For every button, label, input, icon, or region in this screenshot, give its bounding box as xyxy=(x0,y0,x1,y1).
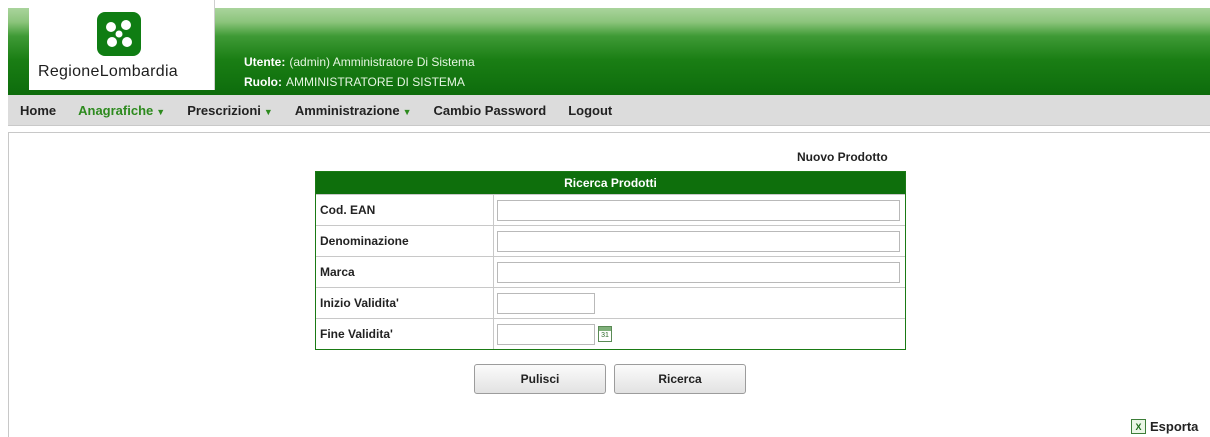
nav-home[interactable]: Home xyxy=(20,103,56,118)
form-row-fine-validita: Fine Validita' 31 xyxy=(316,318,905,349)
form-row-marca: Marca xyxy=(316,256,905,287)
nav-cambio-password[interactable]: Cambio Password xyxy=(433,103,546,118)
inizio-validita-input[interactable] xyxy=(497,292,595,314)
form-row-inizio-validita: Inizio Validita' xyxy=(316,287,905,318)
export-link[interactable]: X Esporta xyxy=(1131,419,1198,434)
user-line: Utente: (admin) Amministratore Di Sistema xyxy=(244,52,475,72)
role-value: AMMINISTRATORE DI SISTEMA xyxy=(286,75,465,89)
nav-anagrafiche-label: Anagrafiche xyxy=(78,102,154,118)
nav-prescrizioni[interactable]: Prescrizioni ▼ xyxy=(187,103,273,118)
nav-anagrafiche[interactable]: Anagrafiche ▼ xyxy=(78,103,165,118)
chevron-down-icon: ▼ xyxy=(156,106,166,117)
marca-input[interactable] xyxy=(497,261,900,283)
search-form: Ricerca Prodotti Cod. EAN Denominazione … xyxy=(315,171,906,350)
fine-validita-input[interactable] xyxy=(497,323,595,345)
denominazione-input[interactable] xyxy=(497,230,900,252)
calendar-icon[interactable]: 31 xyxy=(598,326,612,342)
form-row-denominazione: Denominazione xyxy=(316,225,905,256)
user-label: Utente: xyxy=(244,55,286,69)
marca-label: Marca xyxy=(316,257,494,287)
rosa-camuna-logo-icon xyxy=(97,12,141,56)
brand-logo-text: RegioneLombardia xyxy=(38,63,179,80)
chevron-down-icon: ▼ xyxy=(263,106,273,117)
chevron-down-icon: ▼ xyxy=(402,106,412,117)
nav-amministrazione-label: Amministrazione xyxy=(294,102,400,118)
fine-validita-label: Fine Validita' xyxy=(316,319,494,349)
user-info: Utente: (admin) Amministratore Di Sistema… xyxy=(244,52,475,92)
export-label: Esporta xyxy=(1150,419,1199,434)
calendar-day-text: 31 xyxy=(601,332,609,339)
role-label: Ruolo: xyxy=(244,75,282,89)
ean-label: Cod. EAN xyxy=(316,195,494,225)
search-form-title: Ricerca Prodotti xyxy=(316,172,905,194)
role-line: Ruolo: AMMINISTRATORE DI SISTEMA xyxy=(244,72,475,92)
new-product-link[interactable]: Nuovo Prodotto xyxy=(797,150,888,164)
denominazione-label: Denominazione xyxy=(316,226,494,256)
excel-icon: X xyxy=(1131,419,1146,434)
ean-input[interactable] xyxy=(497,199,900,221)
nav-prescrizioni-label: Prescrizioni xyxy=(187,102,261,118)
header-banner: RegioneLombardia Utente: (admin) Amminist… xyxy=(8,0,1210,95)
nav-amministrazione[interactable]: Amministrazione ▼ xyxy=(295,103,412,118)
main-nav: Home Anagrafiche ▼ Prescrizioni ▼ Amminist… xyxy=(8,95,1210,126)
brand-logo[interactable]: RegioneLombardia xyxy=(29,0,215,90)
clear-button[interactable]: Pulisci xyxy=(474,364,606,394)
nav-logout[interactable]: Logout xyxy=(568,103,612,118)
form-row-ean: Cod. EAN xyxy=(316,194,905,225)
user-value: (admin) Amministratore Di Sistema xyxy=(289,55,475,69)
inizio-validita-label: Inizio Validita' xyxy=(316,288,494,318)
search-button[interactable]: Ricerca xyxy=(614,364,746,394)
